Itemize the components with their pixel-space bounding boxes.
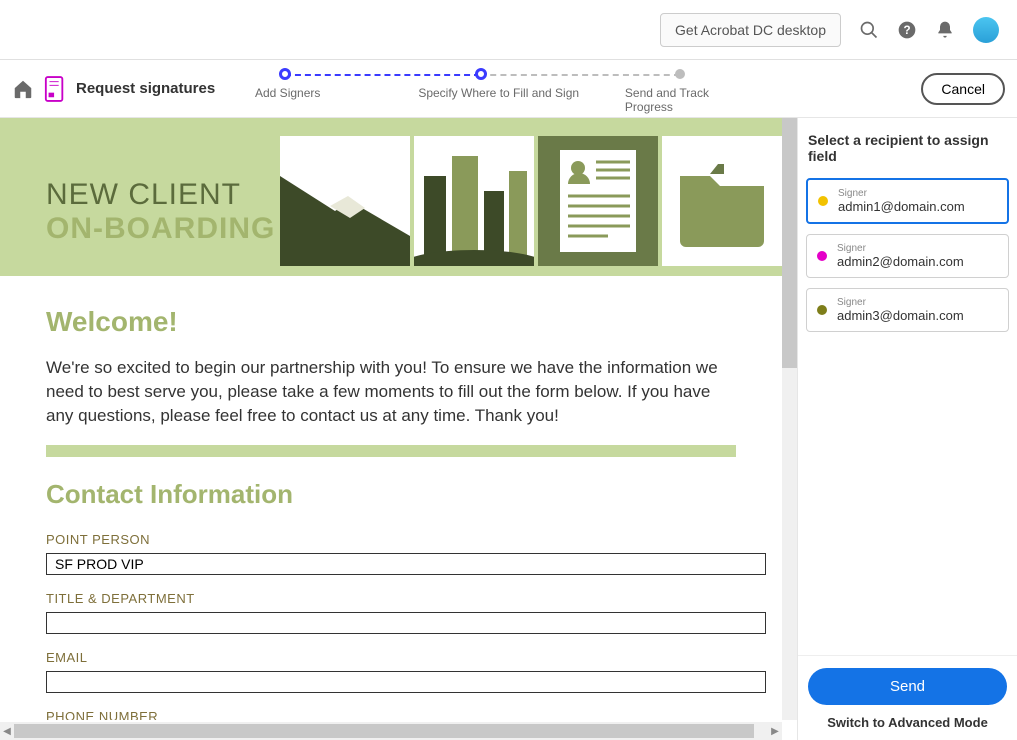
scroll-left-arrow-icon[interactable]: ◀ <box>0 726 14 737</box>
document-viewport[interactable]: NEW CLIENT ON-BOARDING <box>0 118 782 720</box>
step-node-add-signers <box>279 68 291 80</box>
welcome-heading: Welcome! <box>46 306 736 338</box>
get-acrobat-desktop-button[interactable]: Get Acrobat DC desktop <box>660 13 841 47</box>
send-button[interactable]: Send <box>808 668 1007 705</box>
vertical-scrollbar-thumb[interactable] <box>782 118 797 368</box>
recipients-list: Signeradmin1@domain.comSigneradmin2@doma… <box>798 178 1017 655</box>
step-label-1: Add Signers <box>255 86 418 114</box>
recipients-panel: Select a recipient to assign field Signe… <box>797 118 1017 740</box>
step-node-specify-fields <box>475 68 487 80</box>
tool-bar: Request signatures Add Signers Specify W… <box>0 60 1017 118</box>
email-label: EMAIL <box>46 650 736 665</box>
hero-image-handshake <box>280 136 410 266</box>
recipient-color-dot <box>817 251 827 261</box>
recipient-color-dot <box>817 305 827 315</box>
hero-image-folder <box>662 136 782 266</box>
recipient-card[interactable]: Signeradmin2@domain.com <box>806 234 1009 278</box>
recipient-color-dot <box>818 196 828 206</box>
recipient-card[interactable]: Signeradmin1@domain.com <box>806 178 1009 224</box>
recipient-email: admin2@domain.com <box>837 254 964 269</box>
cancel-button[interactable]: Cancel <box>921 73 1005 105</box>
step-label-3: Send and Track Progress <box>625 86 755 114</box>
svg-text:?: ? <box>903 24 910 37</box>
hero-title-line1: NEW CLIENT <box>46 178 275 212</box>
help-icon[interactable]: ? <box>897 20 917 40</box>
phone-label: PHONE NUMBER <box>46 709 736 720</box>
point-person-field[interactable] <box>46 553 766 575</box>
horizontal-scrollbar-thumb[interactable] <box>14 724 754 738</box>
recipients-panel-heading: Select a recipient to assign field <box>798 118 1017 178</box>
recipient-role: Signer <box>837 243 964 254</box>
scroll-right-arrow-icon[interactable]: ▶ <box>768 726 782 737</box>
main-area: NEW CLIENT ON-BOARDING <box>0 118 1017 740</box>
progress-stepper: Add Signers Specify Where to Fill and Si… <box>255 68 755 114</box>
step-node-send-track <box>675 69 685 79</box>
step-label-2: Specify Where to Fill and Sign <box>418 86 625 114</box>
title-department-field[interactable] <box>46 612 766 634</box>
email-field[interactable] <box>46 671 766 693</box>
recipient-email: admin1@domain.com <box>838 199 965 214</box>
search-icon[interactable] <box>859 20 879 40</box>
hero-image-skyline <box>414 136 534 266</box>
document-pane: NEW CLIENT ON-BOARDING <box>0 118 797 740</box>
home-icon[interactable] <box>12 78 34 100</box>
switch-advanced-mode-link[interactable]: Switch to Advanced Mode <box>808 715 1007 730</box>
point-person-label: POINT PERSON <box>46 532 736 547</box>
vertical-scrollbar[interactable] <box>782 118 797 720</box>
recipient-role: Signer <box>838 188 965 199</box>
avatar[interactable] <box>973 17 999 43</box>
recipient-card[interactable]: Signeradmin3@domain.com <box>806 288 1009 332</box>
recipient-email: admin3@domain.com <box>837 308 964 323</box>
horizontal-scrollbar[interactable]: ◀ ▶ <box>0 722 782 740</box>
page-title: Request signatures <box>76 80 215 97</box>
recipient-role: Signer <box>837 297 964 308</box>
section-divider <box>46 445 736 457</box>
welcome-text: We're so excited to begin our partnershi… <box>46 356 736 427</box>
app-header: Get Acrobat DC desktop ? <box>0 0 1017 60</box>
contact-info-heading: Contact Information <box>46 479 736 510</box>
hero-image-document <box>538 136 658 266</box>
title-department-label: TITLE & DEPARTMENT <box>46 591 736 606</box>
notifications-icon[interactable] <box>935 20 955 40</box>
hero-title-line2: ON-BOARDING <box>46 212 275 246</box>
document-hero: NEW CLIENT ON-BOARDING <box>0 118 782 276</box>
request-signatures-icon <box>44 76 66 102</box>
